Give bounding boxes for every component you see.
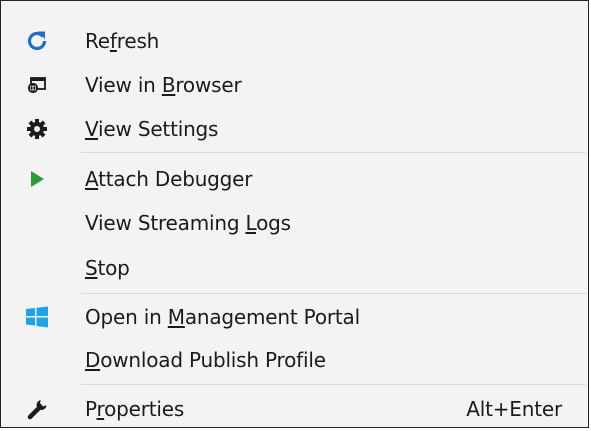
menu-separator: [81, 152, 586, 153]
menu-item-open-in-management-portal[interactable]: Open in Management Portal: [1, 295, 588, 339]
menu-separator: [81, 293, 586, 294]
menu-item-label: Refresh: [85, 29, 160, 53]
menu-item-stop[interactable]: Stop: [1, 246, 588, 290]
menu-separator: [81, 384, 586, 385]
menu-item-attach-debugger[interactable]: Attach Debugger: [1, 157, 588, 201]
menu-item-label: View Settings: [85, 117, 219, 141]
menu-item-view-in-browser[interactable]: View in Browser: [1, 63, 588, 107]
refresh-icon: [25, 29, 49, 53]
context-menu: Refresh View in Browser View Settings At…: [0, 0, 589, 428]
browser-window-icon: [25, 73, 49, 97]
menu-item-label: Open in Management Portal: [85, 305, 360, 329]
menu-item-download-publish-profile[interactable]: Download Publish Profile: [1, 338, 588, 382]
windows-logo-icon: [25, 305, 49, 329]
menu-item-view-streaming-logs[interactable]: View Streaming Logs: [1, 201, 588, 245]
menu-item-properties[interactable]: Properties Alt+Enter: [1, 387, 588, 431]
menu-item-label: Stop: [85, 256, 130, 280]
play-icon: [25, 167, 49, 191]
wrench-icon: [25, 397, 49, 421]
menu-item-label: Properties: [85, 397, 185, 421]
menu-item-label: View Streaming Logs: [85, 211, 291, 235]
menu-item-label: Download Publish Profile: [85, 348, 326, 372]
menu-item-refresh[interactable]: Refresh: [1, 19, 588, 63]
shortcut-label: Alt+Enter: [466, 397, 562, 421]
menu-item-label: Attach Debugger: [85, 167, 253, 191]
gear-icon: [25, 117, 49, 141]
menu-item-label: View in Browser: [85, 73, 242, 97]
menu-item-view-settings[interactable]: View Settings: [1, 107, 588, 151]
